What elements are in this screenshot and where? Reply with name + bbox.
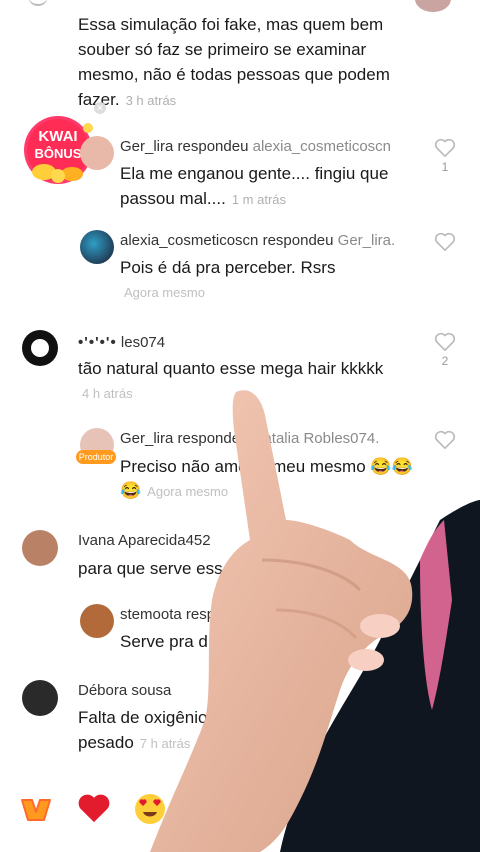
red-heart-icon[interactable]	[76, 792, 112, 828]
reply-header: Ger_lira respondeu Natalia Robles074.	[120, 430, 380, 447]
collapse-icon[interactable]	[28, 0, 48, 6]
reply-target[interactable]: alexia_cosmeticoscn	[253, 138, 391, 155]
comment-text-continued: pesado 7 h atrás	[78, 733, 191, 752]
comment-text-continued: 😂 Agora mesmo	[120, 481, 229, 500]
heart-icon[interactable]	[434, 608, 456, 628]
avatar[interactable]	[80, 230, 114, 264]
comment-time: atrás	[352, 560, 381, 575]
avatar[interactable]	[22, 680, 58, 716]
kwai-logo-icon[interactable]	[18, 792, 54, 828]
comment-time: 1 m atrás	[231, 192, 287, 207]
heart-icon[interactable]	[436, 684, 458, 704]
avatar[interactable]	[80, 136, 114, 170]
reply-header: alexia_cosmeticoscn respondeu Ger_lira.	[120, 232, 396, 249]
close-icon[interactable]: ✕	[94, 102, 106, 114]
avatar[interactable]	[22, 330, 58, 366]
heart-icon[interactable]	[434, 232, 456, 252]
reply-target[interactable]: Natalia Robles074.	[253, 430, 380, 447]
reply-header: Ger_lira respondeu alexia_cosmeticoscn	[120, 138, 392, 155]
comment-text: Essa simulação foi fake, mas quem bem so…	[78, 15, 390, 109]
comment-text: Pois é dá pra perceber. Rsrs	[120, 258, 336, 277]
username[interactable]: Débora sousa	[78, 682, 171, 699]
like-count: 2	[441, 354, 449, 368]
like-count: 1	[441, 160, 449, 174]
heart-eyes-icon[interactable]	[132, 792, 168, 828]
producer-badge: Produtor	[76, 450, 116, 464]
comment-time: 4 h atrás	[82, 386, 133, 401]
username[interactable]: stemoota resp	[120, 606, 215, 623]
comment-time: 3 h atrás	[125, 93, 177, 108]
comment-text: Falta de oxigênio n	[78, 708, 222, 727]
heart-icon[interactable]	[434, 332, 456, 352]
avatar[interactable]	[415, 0, 451, 12]
reply-target[interactable]: Ger_lira.	[338, 232, 396, 249]
comment-time: 7 h atrás	[139, 736, 191, 751]
avatar[interactable]	[22, 530, 58, 566]
comment-text: tão natural quanto esse mega hair kkkkk	[78, 359, 384, 378]
reaction-bar	[0, 780, 480, 840]
heart-icon[interactable]	[434, 138, 456, 158]
username[interactable]: •'•'•'• les074	[78, 334, 165, 351]
comment-time: Agora mesmo	[124, 285, 205, 300]
username[interactable]: alexia_cosmeticoscn	[120, 232, 258, 249]
username[interactable]: Ger_lira	[120, 138, 173, 155]
comment-text: Serve pra d	[120, 632, 208, 651]
username[interactable]: Ger_lira	[120, 430, 173, 447]
username[interactable]: Ivana Aparecida452	[78, 532, 211, 549]
avatar[interactable]	[80, 604, 114, 638]
redacted-name-prefix: •'•'•'•	[78, 334, 117, 351]
heart-icon[interactable]	[434, 430, 456, 450]
comment-text: Ela me enganou gente.... fingiu que pass…	[120, 164, 389, 208]
comment-time: Agora mesmo	[147, 484, 229, 499]
comment-text: Preciso não amor é meu mesmo 😂😂	[120, 457, 413, 476]
